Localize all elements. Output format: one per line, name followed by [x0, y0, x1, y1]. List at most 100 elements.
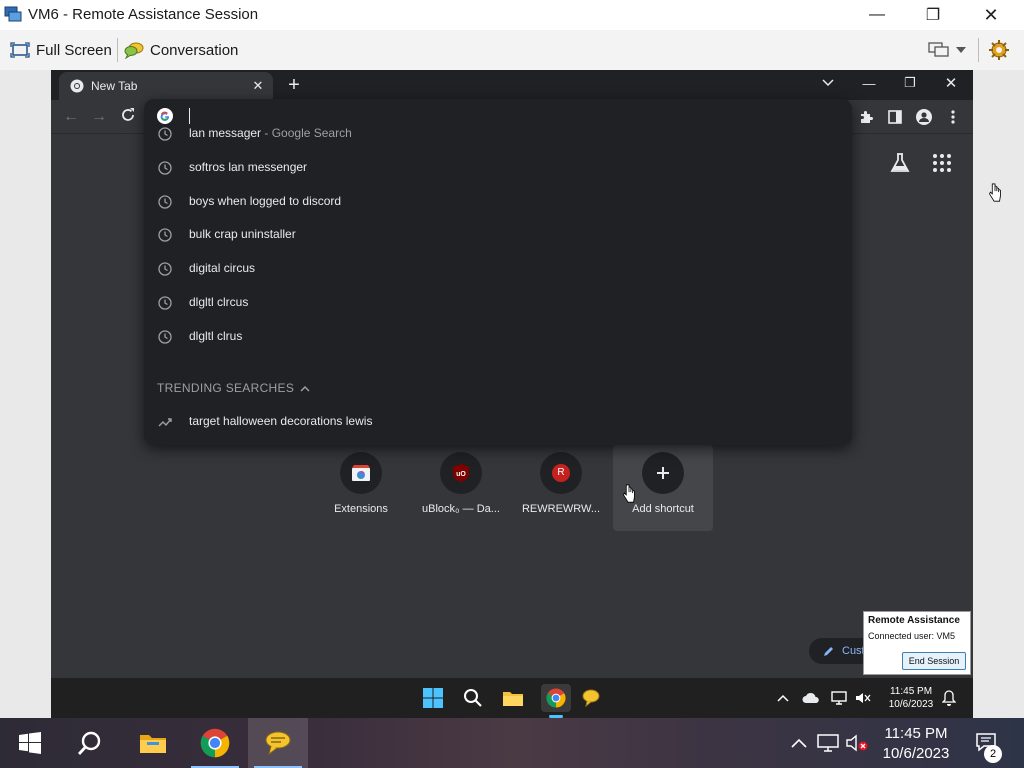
full-screen-icon [10, 42, 30, 58]
suggestion-item[interactable]: dlgltl clrus [144, 321, 852, 353]
remote-onedrive-button[interactable] [799, 686, 823, 710]
suggestion-text: softros lan messenger [189, 160, 308, 174]
speaker-muted-icon [856, 693, 871, 703]
remote-ra-button[interactable] [579, 686, 603, 710]
history-clock-icon [158, 262, 172, 276]
volume-button[interactable] [846, 732, 868, 754]
shortcut-rewrewrw[interactable]: R REWREWRW... [511, 445, 611, 531]
shortcut-ublock[interactable]: uO uBlock₀ — Da... [411, 445, 511, 531]
suggestion-text: dlgltl clrus [189, 329, 243, 343]
network-monitor-icon [817, 734, 839, 752]
remote-search-button[interactable] [461, 686, 485, 710]
tab-search-button[interactable] [808, 70, 848, 96]
clock-date: 10/6/2023 [882, 745, 950, 762]
reload-icon [122, 108, 134, 121]
chrome-logo-icon [546, 688, 566, 708]
chrome-tab-strip: New Tab ✕ + — ❐ ✕ [51, 70, 973, 100]
extensions-button[interactable] [856, 107, 876, 127]
network-button[interactable] [817, 732, 839, 754]
suggestion-item[interactable]: bulk crap uninstaller [144, 219, 852, 251]
trending-arrow-icon [158, 418, 172, 427]
suggestion-text: bulk crap uninstaller [189, 227, 296, 241]
windows-logo-icon [19, 732, 41, 754]
ra-toolbar: Full Screen Conversation [0, 30, 1024, 70]
history-clock-icon [158, 127, 172, 141]
start-button[interactable] [0, 718, 60, 768]
suggestion-text: lan messager [189, 126, 262, 140]
suggestion-item[interactable]: lan messager - Google Search [144, 118, 852, 150]
notification-count-badge: 2 [984, 745, 1002, 763]
google-apps-icon[interactable] [931, 152, 953, 174]
remote-clock[interactable]: 11:45 PM 10/6/2023 [879, 685, 943, 711]
connected-user-label: Connected user: VM5 [868, 631, 956, 641]
remote-start-button[interactable] [421, 686, 445, 710]
forward-button[interactable]: → [89, 107, 109, 127]
search-icon [77, 731, 101, 755]
full-screen-label: Full Screen [36, 41, 112, 59]
remote-notifications-button[interactable] [937, 686, 961, 710]
maximize-button[interactable]: ❐ [904, 0, 962, 30]
tab-new-tab[interactable]: New Tab ✕ [59, 72, 273, 100]
more-vertical-icon [951, 110, 955, 124]
tab-title: New Tab [91, 79, 138, 93]
search-icon [464, 689, 482, 707]
trending-searches-header[interactable]: TRENDING SEARCHES [157, 381, 310, 395]
trending-item[interactable]: target halloween decorations lewis [144, 406, 852, 438]
full-screen-button[interactable]: Full Screen [10, 37, 112, 63]
remote-desktop[interactable]: New Tab ✕ + — ❐ ✕ ← → ges [51, 70, 973, 718]
remote-volume-button[interactable] [851, 686, 875, 710]
omnibox-dropdown: lan messager - Google Search softros lan… [144, 99, 852, 445]
search-button[interactable] [60, 718, 120, 768]
pencil-icon [824, 646, 833, 656]
help-settings-icon[interactable] [988, 39, 1010, 61]
local-taskbar: 11:45 PM 10/6/2023 2 [0, 718, 1024, 768]
cloud-icon [802, 692, 819, 703]
history-clock-icon [158, 296, 172, 310]
side-panel-button[interactable] [885, 107, 905, 127]
suggestion-item[interactable]: softros lan messenger [144, 152, 852, 184]
history-clock-icon [158, 330, 172, 344]
shortcut-extensions[interactable]: Extensions [311, 445, 411, 531]
display-settings-button[interactable] [928, 38, 974, 62]
remote-tray-overflow-button[interactable] [771, 686, 795, 710]
conversation-icon [582, 689, 600, 708]
close-button[interactable]: ✕ [962, 0, 1020, 30]
chrome-maximize-button[interactable]: ❐ [890, 70, 930, 96]
chrome-menu-button[interactable] [943, 107, 963, 127]
hand-cursor-icon [623, 484, 635, 503]
remote-file-explorer-button[interactable] [501, 686, 525, 710]
chrome-minimize-button[interactable]: — [849, 70, 889, 96]
suggestion-text: boys when logged to discord [189, 194, 342, 208]
tray-overflow-button[interactable] [788, 732, 810, 754]
toolbar-divider [978, 38, 979, 62]
window-title: VM6 - Remote Assistance Session [28, 6, 259, 23]
remote-assistance-button[interactable] [248, 718, 308, 768]
reload-button[interactable] [118, 107, 138, 127]
history-clock-icon [158, 228, 172, 242]
bell-icon [942, 690, 956, 706]
remote-date: 10/6/2023 [888, 699, 934, 710]
chrome-button[interactable] [185, 718, 245, 768]
conversation-label: Conversation [150, 41, 239, 59]
suggestion-item[interactable]: boys when logged to discord [144, 186, 852, 218]
back-button[interactable]: ← [61, 107, 81, 127]
chrome-labs-icon[interactable] [889, 152, 911, 174]
conversation-button[interactable]: Conversation [124, 37, 238, 63]
trending-text: target halloween decorations lewis [189, 414, 373, 428]
remote-chrome-button[interactable] [541, 684, 571, 712]
trending-header-label: TRENDING SEARCHES [157, 381, 295, 395]
tab-close-icon[interactable]: ✕ [249, 77, 267, 95]
chrome-close-button[interactable]: ✕ [931, 70, 971, 96]
new-tab-button[interactable]: + [283, 74, 305, 96]
folder-icon [140, 735, 166, 753]
remote-network-button[interactable] [827, 686, 851, 710]
shortcut-label: uBlock₀ — Da... [422, 503, 500, 515]
file-explorer-button[interactable] [123, 718, 183, 768]
end-session-button[interactable]: End Session [902, 652, 966, 670]
suggestion-item[interactable]: dlgltl clrcus [144, 287, 852, 319]
remote-taskbar: 11:45 PM 10/6/2023 [51, 678, 973, 718]
profile-button[interactable] [914, 107, 934, 127]
suggestion-item[interactable]: digital circus [144, 253, 852, 285]
minimize-button[interactable]: — [848, 0, 906, 30]
clock[interactable]: 11:45 PM 10/6/2023 [874, 724, 958, 764]
